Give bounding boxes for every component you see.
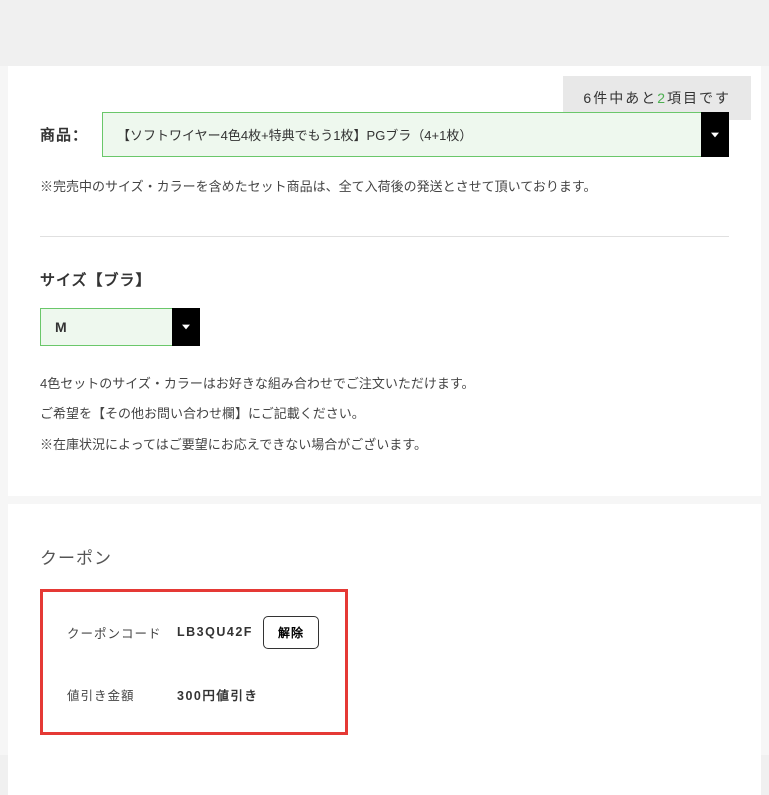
size-select-value: M [40, 308, 172, 346]
product-label: 商品： [40, 124, 88, 145]
coupon-box: クーポンコード LB3QU42F 解除 値引き金額 300円値引き [40, 589, 348, 735]
product-select[interactable]: 【ソフトワイヤー4色4枚+特典でもう1枚】PGブラ（4+1枚） [102, 112, 729, 157]
divider [40, 236, 729, 237]
coupon-code-value: LB3QU42F [177, 625, 263, 639]
size-note-1: 4色セットのサイズ・カラーはお好きな組み合わせでご注文いただけます。 [40, 372, 729, 397]
product-note: ※完売中のサイズ・カラーを含めたセット商品は、全て入荷後の発送とさせて頂いており… [40, 175, 729, 200]
coupon-code-label: クーポンコード [67, 623, 177, 642]
chevron-down-icon [701, 112, 729, 157]
discount-value: 300円値引き [177, 685, 258, 704]
size-note-2: ご希望を【その他お問い合わせ欄】にご記載ください。 [40, 402, 729, 427]
coupon-card: クーポン クーポンコード LB3QU42F 解除 値引き金額 300円値引き [8, 504, 761, 795]
size-select[interactable]: M [40, 308, 200, 346]
product-select-value: 【ソフトワイヤー4色4枚+特典でもう1枚】PGブラ（4+1枚） [102, 112, 701, 157]
coupon-title: クーポン [40, 544, 729, 569]
status-prefix: 6件中あと [583, 90, 657, 106]
size-note-3: ※在庫状況によってはご要望にお応えできない場合がございます。 [40, 433, 729, 458]
status-suffix: 項目です [667, 90, 731, 106]
product-row: 商品： 【ソフトワイヤー4色4枚+特典でもう1枚】PGブラ（4+1枚） [40, 112, 729, 157]
size-title: サイズ【ブラ】 [40, 269, 729, 290]
product-card: 商品： 【ソフトワイヤー4色4枚+特典でもう1枚】PGブラ（4+1枚） ※完売中… [8, 66, 761, 496]
coupon-code-row: クーポンコード LB3QU42F 解除 [67, 616, 321, 649]
coupon-discount-row: 値引き金額 300円値引き [67, 685, 321, 704]
discount-label: 値引き金額 [67, 685, 177, 704]
release-button[interactable]: 解除 [263, 616, 319, 649]
status-count: 2 [657, 90, 667, 106]
chevron-down-icon [172, 308, 200, 346]
